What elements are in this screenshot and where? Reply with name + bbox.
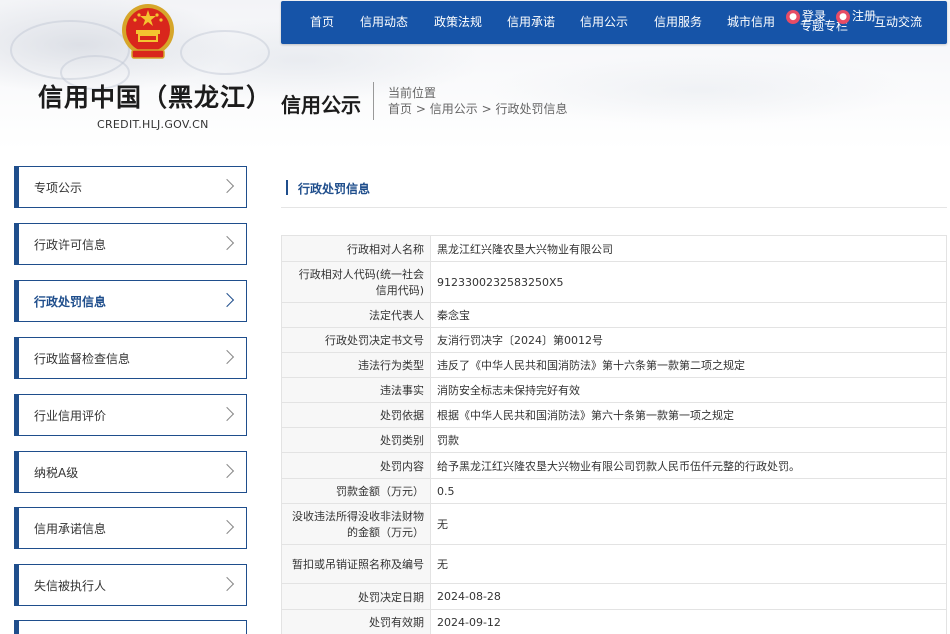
field-label: 罚款金额（万元） [281, 478, 431, 504]
content-header: 行政处罚信息 [281, 166, 947, 208]
field-label: 行政处罚决定书文号 [281, 327, 431, 353]
field-label: 没收违法所得没收非法财物的金额（万元） [281, 503, 431, 545]
sidebar-item-admin-license[interactable]: 行政许可信息 [14, 223, 247, 265]
register-icon: ● [836, 9, 850, 24]
chevron-right-icon [219, 576, 235, 592]
field-label: 暂扣或吊销证照名称及编号 [281, 544, 431, 584]
table-row: 行政处罚决定书文号 友消行罚决字〔2024〕第0012号 [281, 327, 947, 353]
nav-item-interaction[interactable]: 互动交流 [873, 1, 923, 44]
site-title[interactable]: 信用中国（黑龙江） [38, 78, 272, 114]
sidebar-item-label: 失信被执行人 [34, 579, 107, 593]
breadcrumb-credit-public[interactable]: 信用公示 [430, 102, 478, 116]
login-label[interactable]: 登录 [802, 9, 826, 23]
field-value: 违反了《中华人民共和国消防法》第十六条第一款第二项之规定 [430, 352, 947, 378]
nav-item-city-credit[interactable]: 城市信用 [726, 1, 776, 44]
field-label: 处罚内容 [281, 452, 431, 479]
field-label: 处罚有效期 [281, 609, 431, 634]
chevron-right-icon [219, 235, 235, 251]
nav-item-home[interactable]: 首页 [301, 1, 343, 44]
table-row: 处罚内容 给予黑龙江红兴隆农垦大兴物业有限公司罚款人民币伍仟元整的行政处罚。 [281, 452, 947, 479]
table-row: 行政相对人代码(统一社会信用代码) 9123300232583250X5 [281, 261, 947, 303]
sidebar-item-industry-rating[interactable]: 行业信用评价 [14, 394, 247, 436]
sidebar-item-label: 行业信用评价 [34, 409, 107, 423]
chevron-right-icon [219, 519, 235, 535]
field-label: 处罚类别 [281, 427, 431, 453]
breadcrumb-current: 行政处罚信息 [495, 102, 568, 116]
divider [373, 82, 374, 120]
field-value: 2024-09-12 [430, 609, 947, 634]
field-value: 无 [430, 503, 947, 545]
field-label: 法定代表人 [281, 302, 431, 328]
sidebar-item-label: 行政监督检查信息 [34, 352, 131, 366]
table-row: 处罚有效期 2024-09-12 [281, 609, 947, 634]
cloud-decoration [180, 30, 270, 75]
field-label: 处罚依据 [281, 402, 431, 428]
location-label: 当前位置 [388, 86, 437, 100]
field-value: 0.5 [430, 478, 947, 504]
field-label: 违法事实 [281, 377, 431, 403]
field-value: 给予黑龙江红兴隆农垦大兴物业有限公司罚款人民币伍仟元整的行政处罚。 [430, 452, 947, 479]
table-row: 违法事实 消防安全标志未保持完好有效 [281, 377, 947, 403]
nav-item-policies[interactable]: 政策法规 [433, 1, 483, 44]
table-row: 行政相对人名称 黑龙江红兴隆农垦大兴物业有限公司 [281, 235, 947, 262]
nav-item-credit-public[interactable]: 信用公示 [579, 1, 629, 44]
sidebar-item-label: 信用承诺信息 [34, 522, 107, 536]
nav-item-credit-service[interactable]: 信用服务 [653, 1, 703, 44]
nav-item-credit-news[interactable]: 信用动态 [359, 1, 409, 44]
field-value: 黑龙江红兴隆农垦大兴物业有限公司 [430, 235, 947, 262]
field-label: 违法行为类型 [281, 352, 431, 378]
field-value: 秦念宝 [430, 302, 947, 328]
table-row: 罚款金额（万元） 0.5 [281, 478, 947, 504]
title-accent-bar [286, 180, 288, 195]
sidebar-item-supervision[interactable]: 行政监督检查信息 [14, 337, 247, 379]
login-link[interactable]: ● 登录 [786, 7, 826, 24]
field-value: 根据《中华人民共和国消防法》第六十条第一款第一项之规定 [430, 402, 947, 428]
field-value: 无 [430, 544, 947, 584]
sidebar-item-special-public[interactable]: 专项公示 [14, 166, 247, 208]
chevron-right-icon [219, 406, 235, 422]
sidebar-item-label: 纳税A级 [34, 466, 79, 480]
content-title: 行政处罚信息 [298, 182, 371, 196]
table-row: 法定代表人 秦念宝 [281, 302, 947, 328]
breadcrumb: 首页 > 信用公示 > 行政处罚信息 [388, 100, 567, 117]
top-navigation: 首页 信用动态 政策法规 信用承诺 信用公示 信用服务 城市信用 专题专栏 互动… [281, 1, 947, 44]
breadcrumb-separator: > [481, 102, 492, 116]
field-value: 罚款 [430, 427, 947, 453]
table-row: 暂扣或吊销证照名称及编号无 [281, 544, 947, 584]
table-row: 处罚类别 罚款 [281, 427, 947, 453]
breadcrumb-home[interactable]: 首页 [388, 102, 412, 116]
field-value: 友消行罚决字〔2024〕第0012号 [430, 327, 947, 353]
chevron-right-icon [219, 349, 235, 365]
chevron-right-icon [219, 463, 235, 479]
sidebar-item-dishonest[interactable]: 失信被执行人 [14, 564, 247, 606]
penalty-info-table: 行政相对人名称 黑龙江红兴隆农垦大兴物业有限公司 行政相对人代码(统一社会信用代码)… [281, 235, 947, 634]
chevron-right-icon [219, 292, 235, 308]
sidebar-item-label: 专项公示 [34, 181, 83, 195]
table-row: 违法行为类型 违反了《中华人民共和国消防法》第十六条第一款第二项之规定 [281, 352, 947, 378]
register-link[interactable]: ● 注册 [836, 7, 876, 24]
chevron-right-icon [219, 178, 235, 194]
table-row: 处罚决定日期 2024-08-28 [281, 583, 947, 610]
field-label: 处罚决定日期 [281, 583, 431, 610]
national-emblem-icon [122, 4, 174, 59]
page-section-title: 信用公示 [281, 93, 361, 117]
nav-item-credit-commitment[interactable]: 信用承诺 [506, 1, 556, 44]
sidebar-item-label: 行政许可信息 [34, 238, 107, 252]
table-row: 没收违法所得没收非法财物的金额（万元）无 [281, 503, 947, 545]
register-label[interactable]: 注册 [852, 9, 876, 23]
sidebar-item-commitment[interactable]: 信用承诺信息 [14, 507, 247, 549]
field-value: 2024-08-28 [430, 583, 947, 610]
field-label: 行政相对人名称 [281, 235, 431, 262]
sidebar-item-label: 行政处罚信息 [34, 295, 107, 309]
table-row: 处罚依据 根据《中华人民共和国消防法》第六十条第一款第一项之规定 [281, 402, 947, 428]
breadcrumb-separator: > [415, 102, 426, 116]
field-value: 消防安全标志未保持完好有效 [430, 377, 947, 403]
sidebar-item-admin-penalty[interactable]: 行政处罚信息 [14, 280, 247, 322]
field-value: 9123300232583250X5 [430, 261, 947, 303]
field-label: 行政相对人代码(统一社会信用代码) [281, 261, 431, 303]
sidebar-item-tax-a[interactable]: 纳税A级 [14, 451, 247, 493]
sidebar-item-more[interactable] [14, 620, 247, 634]
user-icon: ● [786, 9, 800, 24]
site-domain: CREDIT.HLJ.GOV.CN [97, 118, 209, 131]
